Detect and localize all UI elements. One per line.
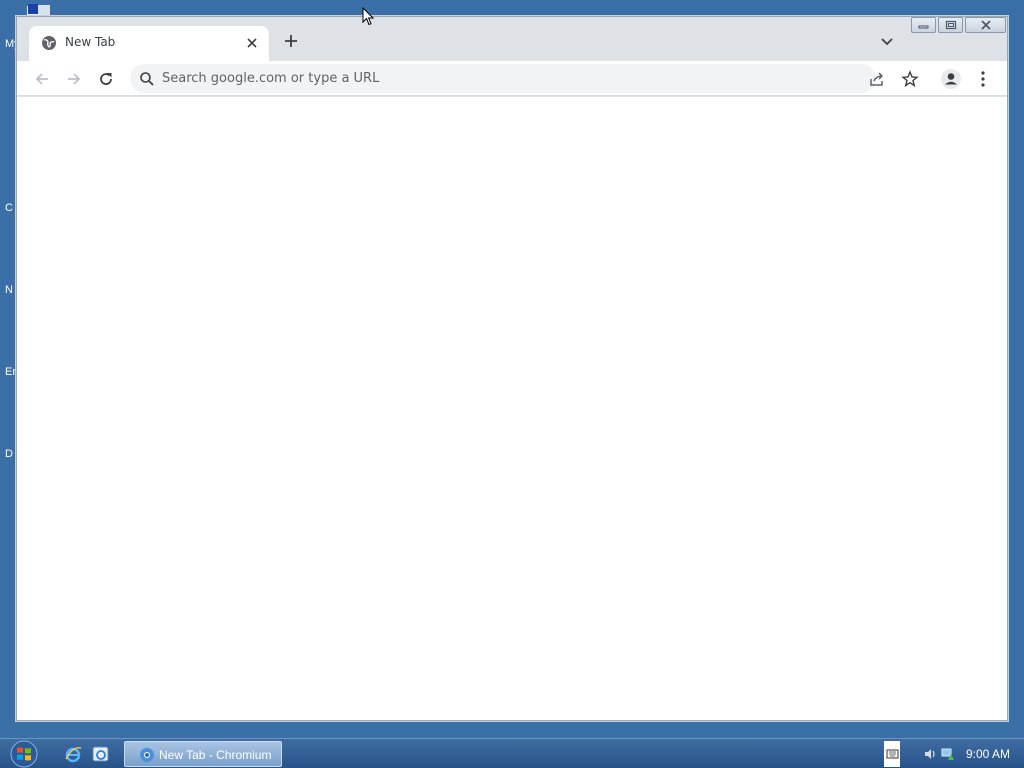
profile-avatar-icon[interactable] [940, 68, 962, 90]
taskbar: New Tab - Chromium 9:00 AM [0, 738, 1024, 768]
tab-new-tab[interactable]: New Tab [29, 26, 269, 61]
ie-window-icon[interactable] [92, 745, 110, 763]
minimize-icon [918, 25, 929, 29]
search-icon [140, 72, 154, 86]
tab-title: New Tab [65, 35, 116, 49]
address-bar[interactable]: Search google.com or type a URL [130, 64, 876, 93]
clock[interactable]: 9:00 AM [966, 747, 1010, 761]
tab-strip: New Tab [17, 17, 1007, 61]
browser-toolbar: Search google.com or type a URL [17, 61, 1007, 96]
taskbar-item-chromium[interactable]: New Tab - Chromium [124, 741, 282, 767]
maximize-button[interactable] [938, 17, 963, 33]
close-window-button[interactable] [965, 17, 1006, 33]
start-button-windows-icon[interactable] [8, 740, 40, 768]
close-icon [980, 20, 991, 30]
page-content[interactable] [17, 97, 1007, 720]
speaker-icon[interactable] [922, 746, 938, 762]
system-tray: 9:00 AM [884, 739, 1024, 768]
keyboard-icon[interactable] [884, 741, 900, 767]
taskbar-item-label: New Tab - Chromium [159, 748, 272, 762]
mouse-cursor-icon [362, 7, 374, 26]
reload-icon[interactable] [96, 69, 116, 89]
forward-arrow-icon[interactable] [64, 69, 84, 89]
minimize-button[interactable] [911, 17, 936, 33]
share-icon[interactable] [868, 70, 886, 88]
back-arrow-icon[interactable] [32, 69, 52, 89]
desktop-folder-icon[interactable] [24, 2, 54, 16]
window-controls [911, 17, 1006, 34]
tab-close-icon[interactable] [243, 34, 261, 52]
browser-window: New Tab Search google.com or type a URL [16, 16, 1008, 721]
bookmark-star-icon[interactable] [901, 70, 919, 88]
more-menu-icon[interactable] [975, 70, 991, 88]
restore-icon [945, 20, 956, 30]
globe-icon [42, 36, 56, 50]
network-icon[interactable] [940, 746, 956, 762]
tab-search-chevron-down-icon[interactable] [879, 33, 895, 49]
internet-explorer-icon[interactable] [64, 745, 82, 763]
chromium-icon [140, 748, 154, 762]
new-tab-plus-icon[interactable] [281, 31, 301, 51]
address-bar-placeholder: Search google.com or type a URL [162, 71, 380, 86]
